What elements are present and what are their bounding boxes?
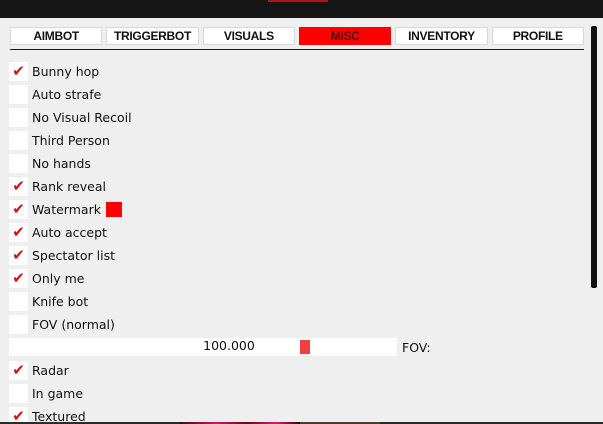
option-label: Only me [32, 271, 84, 286]
checkmark-icon: ✔ [12, 177, 25, 195]
option-label: No Visual Recoil [32, 110, 132, 125]
option-row-in-game: In game [9, 382, 429, 405]
checkbox-bunny-hop[interactable]: ✔ [9, 62, 28, 81]
option-row-bunny-hop: ✔ Bunny hop [9, 60, 429, 83]
option-label: Auto strafe [32, 87, 101, 102]
tab-divider [10, 49, 584, 50]
option-label-text: Textured [32, 409, 86, 422]
option-row-no-hands: No hands [9, 152, 429, 175]
option-row-only-me: ✔ Only me [9, 267, 429, 290]
checkmark-icon: ✔ [12, 62, 25, 80]
option-row-watermark: ✔ Watermark [9, 198, 429, 221]
checkmark-icon: ✔ [12, 223, 25, 241]
checkbox-textured[interactable]: ✔ [9, 407, 28, 422]
tab-inventory[interactable]: INVENTORY [395, 27, 488, 45]
option-label-text: No Visual Recoil [32, 110, 132, 125]
checkmark-icon: ✔ [12, 269, 25, 287]
option-label-text: Rank reveal [32, 179, 106, 194]
option-label-text: Watermark [32, 202, 101, 217]
slider-thumb[interactable] [300, 340, 310, 354]
checkbox-watermark[interactable]: ✔ [9, 200, 28, 219]
checkbox-spectator-list[interactable]: ✔ [9, 246, 28, 265]
option-row-fov-normal: FOV (normal) [9, 313, 429, 336]
option-row-spectator-list: ✔ Spectator list [9, 244, 429, 267]
option-row-auto-accept: ✔ Auto accept [9, 221, 429, 244]
option-label-text: Only me [32, 271, 85, 286]
option-label: Auto accept [32, 225, 107, 240]
checkmark-icon: ✔ [12, 407, 25, 423]
option-row-knife-bot: Knife bot [9, 290, 429, 313]
color-swatch[interactable] [105, 202, 122, 217]
checkmark-icon: ✔ [12, 246, 25, 264]
tab-triggerbot[interactable]: TRIGGERBOT [106, 27, 199, 45]
option-label-text: Radar [32, 363, 69, 378]
option-label: Rank reveal [32, 179, 106, 194]
option-label: Radar [32, 363, 69, 378]
tab-visuals[interactable]: VISUALS [202, 27, 295, 45]
option-label: Spectator list [32, 248, 115, 263]
option-label: Textured [32, 409, 86, 422]
checkbox-radar[interactable]: ✔ [9, 361, 28, 380]
checkbox-knife-bot[interactable] [9, 292, 28, 311]
option-label-text: FOV (normal) [32, 317, 115, 332]
fov-slider-label: FOV: [402, 340, 431, 355]
option-label-text: Spectator list [32, 248, 116, 263]
menu-window: AIMBOT TRIGGERBOT VISUALS MISC INVENTORY PROF… [0, 18, 603, 422]
tab-misc[interactable]: MISC [298, 27, 392, 45]
scrollbar[interactable] [591, 26, 597, 288]
checkbox-no-hands[interactable] [9, 154, 28, 173]
top-accent [268, 0, 328, 2]
option-row-third-person: Third Person [9, 129, 429, 152]
tab-bar: AIMBOT TRIGGERBOT VISUALS MISC INVENTORY PROF… [10, 27, 584, 47]
tab-profile[interactable]: PROFILE [491, 27, 584, 45]
tab-aimbot[interactable]: AIMBOT [10, 27, 103, 45]
checkmark-icon: ✔ [12, 361, 25, 379]
checkbox-fov-normal[interactable] [9, 315, 28, 334]
option-label-text: Auto strafe [32, 87, 102, 102]
checkbox-rank-reveal[interactable]: ✔ [9, 177, 28, 196]
option-row-no-visual-recoil: No Visual Recoil [9, 106, 429, 129]
option-row-radar: ✔ Radar [9, 359, 429, 382]
option-list: ✔ Bunny hop Auto strafe No Visual Recoil Thi… [9, 60, 431, 422]
option-row-rank-reveal: ✔ Rank reveal [9, 175, 429, 198]
fov-slider-row: 100.000 FOV: [9, 336, 431, 359]
option-label-text: In game [32, 386, 84, 401]
option-label-text: Bunny hop [32, 64, 100, 79]
option-label-text: Third Person [32, 133, 110, 148]
checkbox-auto-accept[interactable]: ✔ [9, 223, 28, 242]
option-label-text: Auto accept [32, 225, 107, 240]
option-label: FOV (normal) [32, 317, 115, 332]
checkbox-auto-strafe[interactable] [9, 85, 28, 104]
option-label: No hands [32, 156, 91, 171]
option-label: Third Person [32, 133, 110, 148]
checkbox-no-visual-recoil[interactable] [9, 108, 28, 127]
option-label: In game [32, 386, 83, 401]
option-label-text: No hands [32, 156, 91, 171]
option-label-text: Knife bot [32, 294, 89, 309]
option-row-textured: ✔ Textured [9, 405, 429, 422]
checkbox-in-game[interactable] [9, 384, 28, 403]
checkmark-icon: ✔ [12, 200, 25, 218]
option-label: Bunny hop [32, 64, 99, 79]
option-label: Knife bot [32, 294, 88, 309]
fov-slider[interactable] [9, 338, 397, 356]
top-bar [0, 0, 603, 18]
checkbox-only-me[interactable]: ✔ [9, 269, 28, 288]
option-row-auto-strafe: Auto strafe [9, 83, 429, 106]
checkbox-third-person[interactable] [9, 131, 28, 150]
option-label: Watermark [32, 202, 122, 217]
